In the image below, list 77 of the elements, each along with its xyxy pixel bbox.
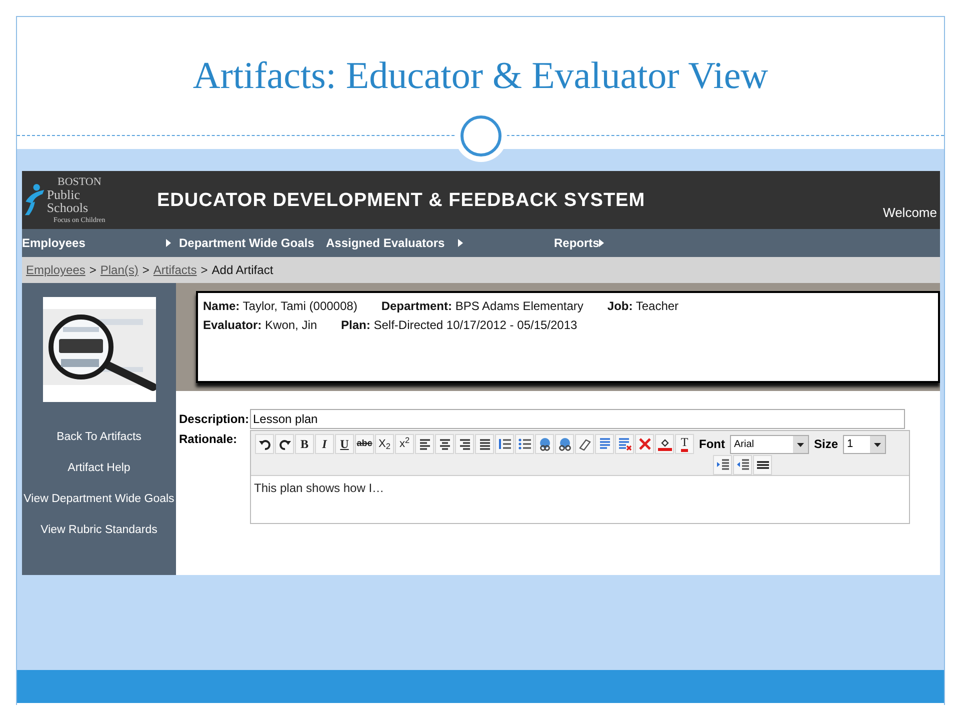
breadcrumb-current: Add Artifact bbox=[212, 262, 274, 279]
justify-button[interactable] bbox=[475, 434, 494, 454]
redo-icon bbox=[278, 437, 292, 451]
info-field: Job: Teacher bbox=[607, 297, 679, 315]
ordered-list-button[interactable] bbox=[495, 434, 514, 454]
font-label: Font bbox=[699, 436, 725, 453]
size-dropdown[interactable]: 1 bbox=[843, 434, 886, 454]
breadcrumb-separator: > bbox=[200, 262, 208, 279]
unlink-icon bbox=[558, 437, 572, 451]
welcome-text: Welcome bbox=[883, 204, 937, 222]
redo-button[interactable] bbox=[275, 434, 294, 454]
breadcrumb-link[interactable]: Plan(s) bbox=[100, 261, 138, 279]
sidebar-link[interactable]: Artifact Help bbox=[68, 453, 130, 484]
info-field: Evaluator: Kwon, Jin bbox=[203, 316, 318, 334]
menu-item[interactable]: Assigned Evaluators bbox=[326, 234, 452, 252]
align-left-button[interactable] bbox=[415, 434, 434, 454]
delete-icon bbox=[638, 437, 652, 451]
align-left-icon bbox=[418, 437, 432, 451]
clear-format-icon bbox=[618, 437, 632, 451]
italic-button[interactable]: I bbox=[315, 434, 334, 454]
delete-button[interactable] bbox=[635, 434, 654, 454]
slide-title: Artifacts: Educator & Evaluator View bbox=[192, 54, 768, 98]
strike-button[interactable]: abc bbox=[355, 434, 374, 454]
script-button[interactable]: x$^{2}$ bbox=[395, 434, 414, 454]
logo-text: BOSTON bbox=[58, 176, 102, 188]
logo-text: Public Schools bbox=[46, 188, 89, 214]
undo-icon bbox=[258, 437, 272, 451]
field-label: Description: bbox=[178, 411, 250, 428]
unlink-button[interactable] bbox=[555, 434, 574, 454]
info-field: Department: BPS Adams Elementary bbox=[381, 297, 584, 315]
clear-format-button[interactable] bbox=[615, 434, 634, 454]
link-button[interactable] bbox=[535, 434, 554, 454]
rich-text-editor[interactable]: B I U abc X$_{2}$ x$^{2}$ T Font Arial Size 1 This plan shows how I… bbox=[250, 430, 910, 524]
info-field: Name: Taylor, Tami (000008) bbox=[203, 297, 358, 315]
sidebar-link[interactable]: View Department Wide Goals bbox=[24, 484, 174, 515]
align-right-button[interactable] bbox=[455, 434, 474, 454]
ordered-list-icon bbox=[498, 437, 512, 451]
script-button[interactable]: X$_{2}$ bbox=[375, 434, 394, 454]
eraser-icon bbox=[578, 437, 592, 451]
breadcrumb-link[interactable]: Artifacts bbox=[153, 261, 197, 279]
breadcrumb-separator: > bbox=[142, 262, 150, 279]
menu-item[interactable]: Employees bbox=[22, 234, 160, 252]
text-color-button[interactable]: T bbox=[675, 434, 694, 454]
link-icon bbox=[538, 437, 552, 451]
size-label: Size bbox=[814, 436, 838, 453]
system-title: EDUCATOR DEVELOPMENT & FEEDBACK SYSTEM bbox=[157, 189, 646, 213]
menu-item[interactable]: Department Wide Goals bbox=[179, 234, 314, 252]
align-center-icon bbox=[438, 437, 452, 451]
align-right-icon bbox=[458, 437, 472, 451]
fill-color-button[interactable] bbox=[655, 434, 674, 454]
rule-icon bbox=[756, 458, 770, 472]
menu-item[interactable]: Reports bbox=[554, 234, 600, 252]
paragraph-button[interactable] bbox=[595, 434, 614, 454]
bullet-list-button[interactable] bbox=[515, 434, 534, 454]
outdent-button[interactable] bbox=[733, 455, 752, 475]
align-center-button[interactable] bbox=[435, 434, 454, 454]
font-dropdown[interactable]: Arial bbox=[730, 434, 809, 454]
bold-button[interactable]: B bbox=[295, 434, 314, 454]
description-field[interactable]: Lesson plan bbox=[250, 409, 905, 429]
justify-icon bbox=[478, 437, 492, 451]
breadcrumb-link[interactable]: Employees bbox=[26, 261, 86, 279]
paragraph-icon bbox=[598, 437, 612, 451]
indent-icon bbox=[716, 458, 730, 472]
sidebar-link[interactable]: View Rubric Standards bbox=[40, 515, 158, 546]
bullet-list-icon bbox=[518, 437, 532, 451]
eraser-button[interactable] bbox=[575, 434, 594, 454]
breadcrumb-separator: > bbox=[89, 262, 96, 279]
undo-button[interactable] bbox=[255, 434, 274, 454]
info-field: Plan: Self-Directed 10/17/2012 - 05/15/2013 bbox=[341, 316, 578, 334]
field-label: Rationale: bbox=[178, 431, 238, 448]
outdent-icon bbox=[736, 458, 750, 472]
rule-button[interactable] bbox=[753, 455, 772, 475]
underline-button[interactable]: U bbox=[335, 434, 354, 454]
fill-color-icon bbox=[658, 437, 672, 451]
sidebar-link[interactable]: Back To Artifacts bbox=[56, 422, 142, 453]
indent-button[interactable] bbox=[713, 455, 732, 475]
editor-text: This plan shows how I… bbox=[253, 480, 386, 497]
